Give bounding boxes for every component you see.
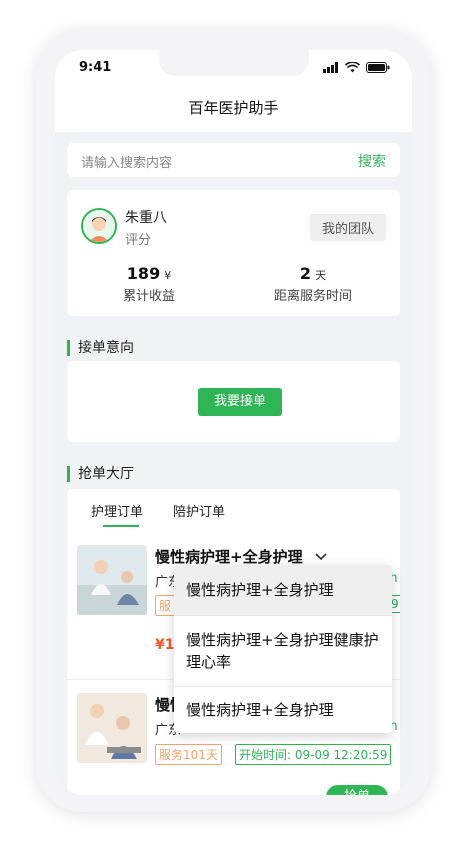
dropdown-divider	[174, 615, 392, 616]
battery-icon	[366, 62, 390, 73]
page-title: 百年医护助手	[55, 86, 412, 132]
status-time: 9:41	[79, 60, 112, 75]
chevron-down-icon[interactable]	[314, 552, 328, 562]
order-image[interactable]	[77, 693, 147, 763]
phone-notch	[159, 50, 309, 76]
intent-section-title: 接单意向	[67, 340, 134, 356]
search-button[interactable]: 搜索	[358, 151, 386, 171]
my-team-button[interactable]: 我的团队	[309, 214, 386, 241]
active-tab-indicator	[103, 525, 139, 527]
dropdown-option[interactable]: 慢性病护理+全身护理	[174, 699, 392, 721]
stat-earnings-value: 189	[126, 264, 161, 283]
stat-earnings-unit: ¥	[164, 269, 172, 282]
order-photo	[77, 693, 147, 763]
dropdown-option[interactable]: 慢性病护理+全身护理健康护理心率	[174, 629, 392, 673]
grab-order-button[interactable]: 抢单	[326, 785, 388, 795]
signal-icon	[323, 62, 338, 73]
status-icons	[323, 62, 390, 73]
stat-earnings-label: 累计收益	[122, 289, 175, 304]
search-bar[interactable]: 请输入搜索内容 搜索	[67, 143, 400, 177]
avatar-illustration	[83, 210, 115, 242]
stat-days-value: 2	[299, 264, 312, 283]
wifi-icon	[345, 62, 360, 73]
service-days-badge: 服务101天	[155, 744, 222, 765]
profile-card: 朱重八 评分 我的团队 189 ¥ 累计收益 2天 距离服务时间	[67, 190, 400, 316]
profile-name: 朱重八	[125, 210, 167, 226]
dropdown-option[interactable]: 慢性病护理+全身护理	[174, 565, 392, 615]
start-time-badge: 开始时间: 09-09 12:20:59	[235, 744, 392, 765]
order-photo	[77, 545, 147, 615]
avatar[interactable]	[81, 208, 117, 244]
dropdown-divider	[174, 686, 392, 687]
stat-earnings: 189 ¥ 累计收益	[69, 264, 229, 304]
stat-days-unit: 天	[315, 269, 327, 282]
order-type-dropdown[interactable]: 慢性病护理+全身护理 慢性病护理+全身护理健康护理心率 慢性病护理+全身护理	[174, 565, 392, 733]
stat-days-label: 距离服务时间	[273, 289, 352, 304]
service-days-badge: 服	[155, 595, 176, 616]
order-title[interactable]: 慢性病护理+全身护理	[155, 546, 328, 567]
order-title-text: 慢性病护理+全身护理	[155, 548, 303, 566]
order-price: ¥1	[155, 637, 175, 653]
accept-orders-button[interactable]: 我要接单	[198, 388, 282, 416]
order-image[interactable]	[77, 545, 147, 615]
stat-days: 2天 距离服务时间	[233, 264, 393, 304]
search-input[interactable]: 请输入搜索内容	[81, 152, 172, 171]
tab-escort-orders[interactable]: 陪护订单	[173, 501, 225, 520]
hall-section-title: 抢单大厅	[67, 466, 134, 482]
profile-rating-label: 评分	[125, 233, 152, 248]
intent-card: 我要接单	[67, 361, 400, 442]
tab-nursing-orders[interactable]: 护理订单	[91, 501, 143, 520]
